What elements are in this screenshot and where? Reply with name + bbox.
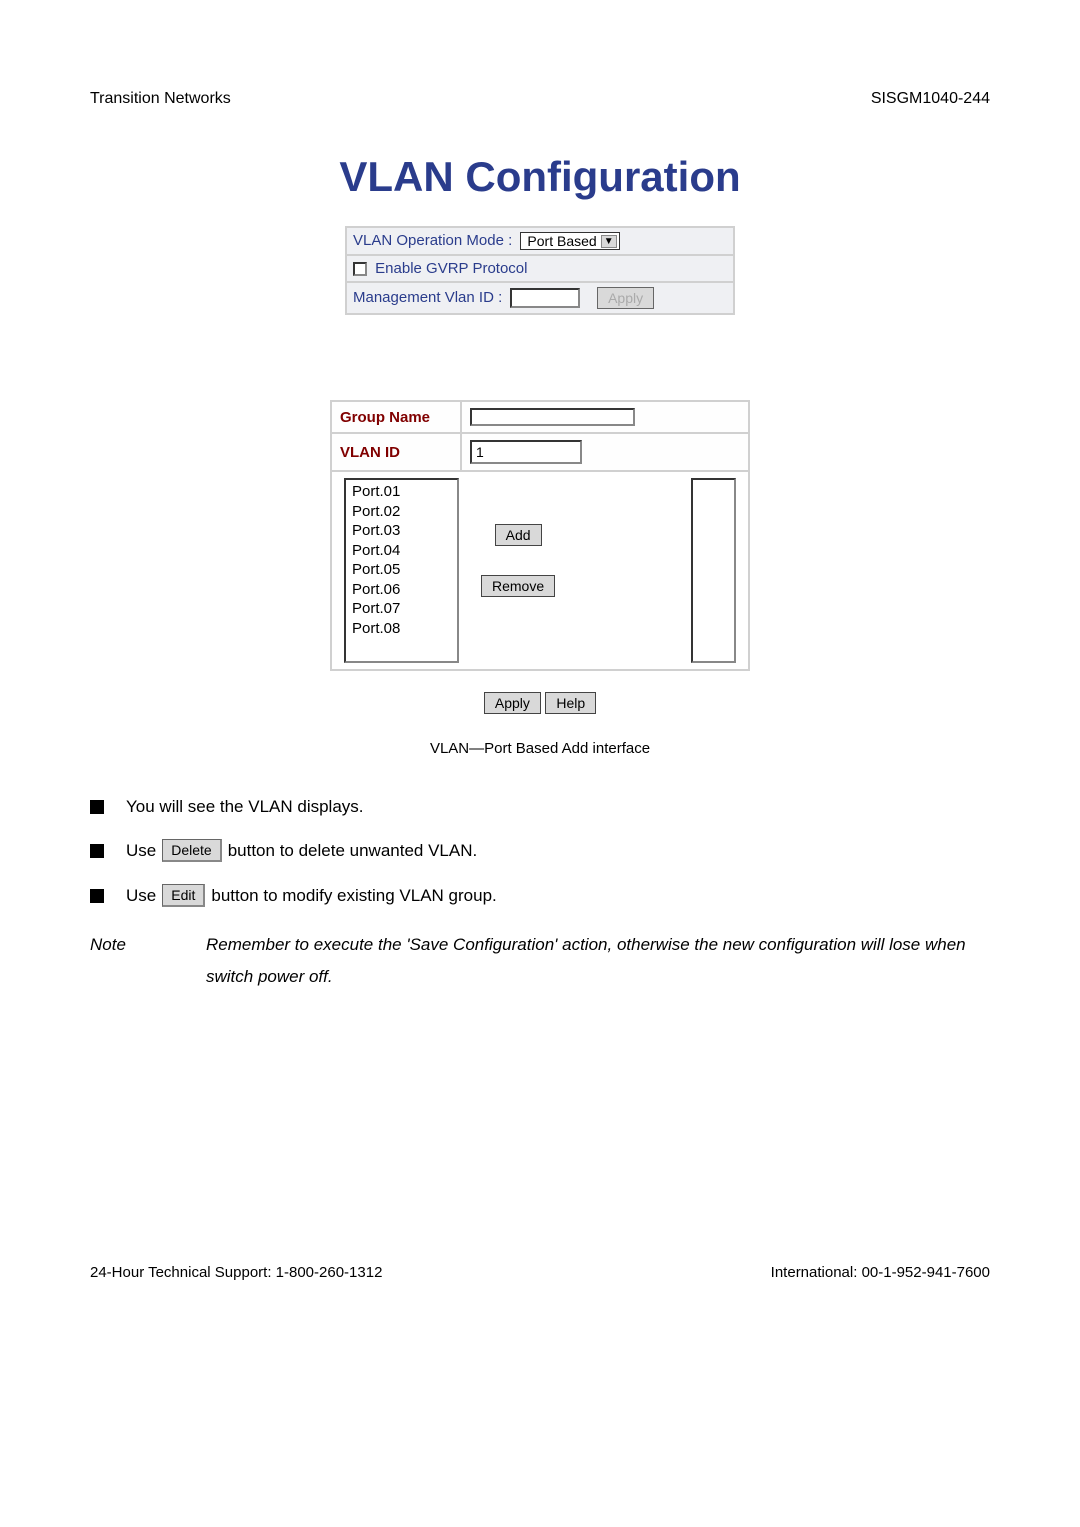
port-item[interactable]: Port.01 [352, 482, 451, 502]
port-item[interactable]: Port.04 [352, 541, 451, 561]
port-item[interactable]: Port.07 [352, 599, 451, 619]
bullet-icon [90, 889, 104, 903]
note-text: Remember to execute the 'Save Configurat… [206, 929, 990, 994]
selected-ports-list[interactable] [691, 478, 736, 663]
apply-button[interactable]: Apply [484, 692, 541, 714]
help-button[interactable]: Help [545, 692, 596, 714]
vlan-group-table: Group Name VLAN ID 1 Port.01 Port.02 Por… [330, 400, 750, 671]
group-name-label: Group Name [331, 401, 461, 433]
port-item[interactable]: Port.05 [352, 560, 451, 580]
vlan-mode-value: Port Based [523, 233, 600, 249]
bullet-text-3b: button to modify existing VLAN group. [211, 886, 496, 906]
page-title: VLAN Configuration [90, 153, 990, 201]
port-item[interactable]: Port.03 [352, 521, 451, 541]
add-button[interactable]: Add [495, 524, 542, 546]
header-right: SISGM1040-244 [871, 90, 990, 108]
port-item[interactable]: Port.02 [352, 502, 451, 522]
footer-left: 24-Hour Technical Support: 1-800-260-131… [90, 1264, 382, 1281]
chevron-down-icon[interactable]: ▼ [601, 235, 617, 248]
vlan-mode-table: VLAN Operation Mode : Port Based ▼ Enabl… [345, 226, 735, 315]
bullet-icon [90, 800, 104, 814]
mgmt-vlan-label: Management Vlan ID : [353, 289, 506, 306]
port-item[interactable]: Port.08 [352, 619, 451, 639]
vlan-mode-select[interactable]: Port Based ▼ [520, 232, 619, 250]
bullet-text-3a: Use [126, 886, 156, 906]
delete-button-inline: Delete [162, 839, 221, 862]
vlan-id-input[interactable]: 1 [470, 440, 582, 464]
vlan-mode-label: VLAN Operation Mode : [353, 232, 516, 249]
note-label: Note [90, 929, 206, 994]
group-name-input[interactable] [470, 408, 635, 426]
bullet-text-1: You will see the VLAN displays. [126, 797, 364, 817]
gvrp-label: Enable GVRP Protocol [375, 260, 527, 277]
remove-button[interactable]: Remove [481, 575, 555, 597]
available-ports-list[interactable]: Port.01 Port.02 Port.03 Port.04 Port.05 … [344, 478, 459, 663]
bullet-icon [90, 844, 104, 858]
mgmt-vlan-input[interactable] [510, 288, 580, 308]
apply-mgmt-button[interactable]: Apply [597, 287, 654, 309]
header-left: Transition Networks [90, 90, 231, 108]
footer-right: International: 00-1-952-941-7600 [771, 1264, 990, 1281]
port-item[interactable]: Port.06 [352, 580, 451, 600]
figure-caption: VLAN—Port Based Add interface [90, 740, 990, 757]
gvrp-checkbox[interactable] [353, 262, 367, 276]
bullet-text-2b: button to delete unwanted VLAN. [228, 841, 478, 861]
edit-button-inline: Edit [162, 884, 205, 907]
bullet-text-2a: Use [126, 841, 156, 861]
vlan-id-label: VLAN ID [331, 433, 461, 471]
